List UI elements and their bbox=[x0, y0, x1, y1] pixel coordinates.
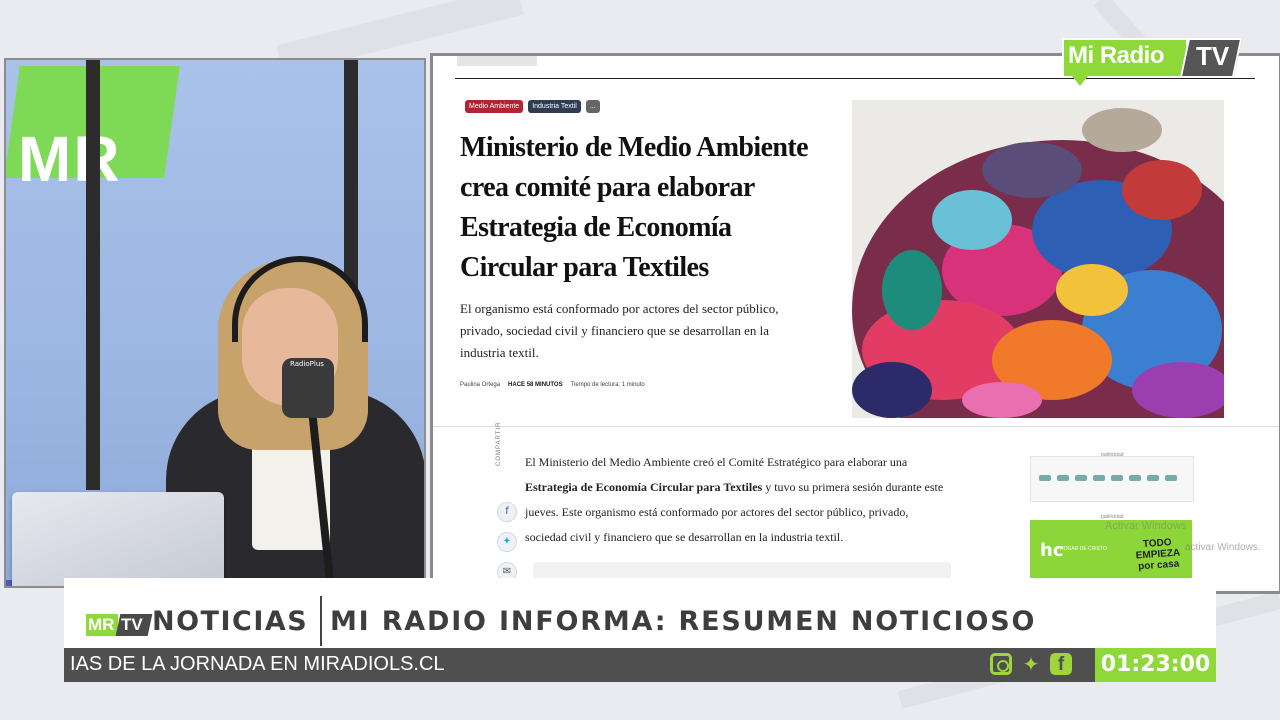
reading-time: Tiempo de lectura: 1 minuto bbox=[570, 382, 645, 388]
lt-logo-tv: TV bbox=[121, 615, 143, 634]
publish-time: HACE 58 MINUTOS bbox=[508, 382, 563, 388]
lower-third-banner: MR TV NOTICIAS MI RADIO INFORMA: RESUMEN… bbox=[64, 578, 1216, 648]
logo-tv-text: TV bbox=[1196, 41, 1230, 71]
lower-third-separator bbox=[320, 596, 322, 646]
mi-radio-tv-logo: Mi Radio TV bbox=[1062, 38, 1243, 86]
ticker-text: IAS DE LA JORNADA EN MIRADIOLS.CL bbox=[70, 653, 445, 675]
share-label: COMPARTIR bbox=[496, 421, 502, 466]
facebook-icon: f bbox=[1050, 653, 1072, 675]
section-label: NOTICIAS bbox=[152, 606, 309, 637]
mic-brand-label: RadioPlus bbox=[290, 360, 324, 368]
site-nav-fragment bbox=[457, 56, 537, 66]
tag-industria-textil[interactable]: Industria Textil bbox=[528, 100, 581, 113]
tag-more[interactable]: ... bbox=[585, 100, 600, 113]
body-text-1: El Ministerio del Medio Ambiente creó el… bbox=[525, 455, 908, 469]
news-ticker: IAS DE LA JORNADA EN MIRADIOLS.CL ✦ f 01… bbox=[64, 648, 1216, 682]
studio-pillar bbox=[86, 60, 100, 490]
hero-image-clothes-pile bbox=[852, 100, 1224, 418]
section-divider bbox=[433, 426, 1279, 427]
broadcast-clock: 01:23:00 bbox=[1095, 648, 1216, 682]
twitter-icon[interactable]: ✦ bbox=[497, 532, 517, 552]
news-article-screen: Medio Ambiente Industria Textil ... Mini… bbox=[430, 53, 1280, 594]
sponsor-logos bbox=[1039, 475, 1177, 481]
facebook-icon[interactable]: f bbox=[497, 502, 517, 522]
article-byline: Paulina Ortega HACE 58 MINUTOS Tiempo de… bbox=[460, 382, 645, 388]
studio-camera-feed: MR RadioPlus bbox=[4, 58, 426, 588]
article-body: El Ministerio del Medio Ambiente creó el… bbox=[525, 450, 945, 550]
laptop bbox=[12, 492, 224, 586]
ad-brand: HOGAR DE CRISTO bbox=[1060, 546, 1107, 552]
instagram-icon bbox=[990, 653, 1012, 675]
tag-medio-ambiente[interactable]: Medio Ambiente bbox=[465, 100, 524, 113]
twitter-icon: ✦ bbox=[1022, 652, 1040, 676]
article-title: Ministerio de Medio Ambiente crea comité… bbox=[460, 132, 809, 283]
article-tags: Medio Ambiente Industria Textil ... bbox=[465, 100, 600, 113]
windows-activation-watermark: Activar Windows bbox=[1105, 520, 1187, 532]
lt-logo-mr: MR bbox=[88, 615, 115, 634]
article-lede: El organismo está conformado por actores… bbox=[460, 301, 779, 360]
author-name[interactable]: Paulina Ortega bbox=[460, 382, 500, 388]
headline: MI RADIO INFORMA: RESUMEN NOTICIOSO bbox=[330, 606, 1037, 637]
studio-wall-logo-text: MR bbox=[18, 123, 122, 195]
ad-slogan: TODO EMPIEZA por casa bbox=[1135, 537, 1181, 573]
logo-text: Mi Radio bbox=[1068, 42, 1165, 69]
body-text-bold: Estrategia de Economía Circular para Tex… bbox=[525, 480, 763, 494]
windows-activation-watermark-2: activar Windows. bbox=[1185, 542, 1261, 553]
sponsor-logos-ad[interactable] bbox=[1030, 456, 1194, 502]
header-rule bbox=[455, 78, 1255, 79]
